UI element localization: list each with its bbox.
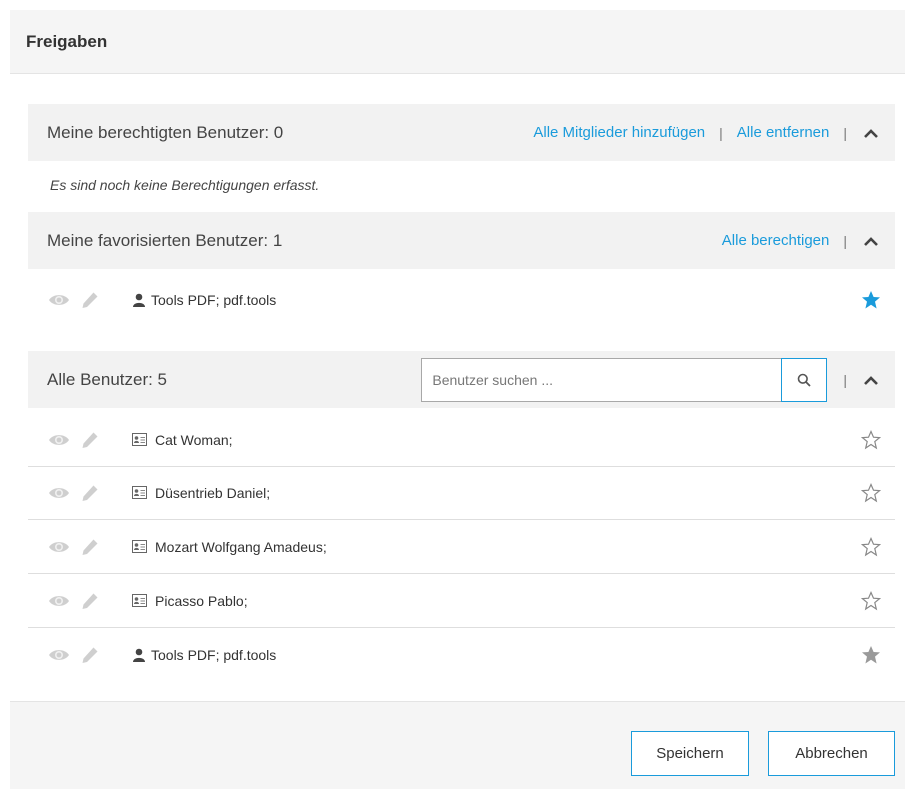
user-search-box bbox=[421, 357, 828, 402]
authorized-users-title: Meine berechtigten Benutzer: 0 bbox=[47, 122, 284, 142]
all-users-section-header: Alle Benutzer: 5 | bbox=[28, 351, 895, 408]
save-button[interactable]: Speichern bbox=[631, 731, 749, 776]
user-name: Tools PDF; pdf.tools bbox=[151, 291, 277, 308]
eye-icon[interactable] bbox=[48, 292, 70, 308]
separator: | bbox=[843, 232, 847, 249]
chevron-up-icon[interactable] bbox=[861, 231, 881, 251]
star-filled-icon[interactable] bbox=[861, 290, 881, 310]
pencil-icon[interactable] bbox=[80, 430, 100, 450]
no-permissions-message: Es sind noch keine Berechtigungen erfass… bbox=[50, 177, 320, 193]
user-row: Mozart Wolfgang Amadeus; bbox=[28, 521, 895, 574]
eye-icon[interactable] bbox=[48, 432, 70, 448]
cancel-button[interactable]: Abbrechen bbox=[768, 731, 895, 776]
user-row: Düsentrieb Daniel; bbox=[28, 467, 895, 520]
star-outline-icon[interactable] bbox=[861, 430, 881, 450]
user-row: Picasso Pablo; bbox=[28, 575, 895, 628]
separator: | bbox=[843, 371, 847, 388]
star-outline-icon[interactable] bbox=[861, 591, 881, 611]
pencil-icon[interactable] bbox=[80, 645, 100, 665]
dialog-title: Freigaben bbox=[26, 31, 108, 51]
eye-icon[interactable] bbox=[48, 593, 70, 609]
user-icon bbox=[133, 293, 145, 307]
user-name: Mozart Wolfgang Amadeus; bbox=[155, 539, 327, 555]
pencil-icon[interactable] bbox=[80, 290, 100, 310]
contact-card-icon bbox=[132, 594, 147, 607]
favorite-users-section-header: Meine favorisierten Benutzer: 1 Alle ber… bbox=[28, 212, 895, 269]
favorite-users-title: Meine favorisierten Benutzer: 1 bbox=[47, 230, 283, 250]
user-name: Picasso Pablo; bbox=[155, 593, 248, 609]
eye-icon[interactable] bbox=[48, 647, 70, 663]
chevron-up-icon[interactable] bbox=[861, 123, 881, 143]
contact-card-icon bbox=[132, 540, 147, 553]
pencil-icon[interactable] bbox=[80, 483, 100, 503]
search-button[interactable] bbox=[781, 357, 828, 402]
contact-card-icon bbox=[132, 433, 147, 446]
search-icon bbox=[798, 373, 811, 387]
contact-card-icon bbox=[132, 486, 147, 499]
separator: | bbox=[843, 124, 847, 141]
user-row: Cat Woman; bbox=[28, 414, 895, 467]
star-outline-icon[interactable] bbox=[861, 483, 881, 503]
eye-icon[interactable] bbox=[48, 539, 70, 555]
dialog-header: Freigaben bbox=[10, 10, 905, 74]
authorized-users-section-header: Meine berechtigten Benutzer: 0 Alle Mitg… bbox=[28, 104, 895, 161]
user-row: Tools PDF; pdf.tools bbox=[28, 628, 895, 681]
add-all-members-link[interactable]: Alle Mitglieder hinzufügen bbox=[533, 124, 705, 141]
user-name: Tools PDF; pdf.tools bbox=[151, 646, 277, 663]
chevron-up-icon[interactable] bbox=[861, 370, 881, 390]
pencil-icon[interactable] bbox=[80, 591, 100, 611]
user-search-input[interactable] bbox=[422, 358, 782, 401]
dialog-footer: Speichern Abbrechen bbox=[10, 701, 905, 789]
authorize-all-link[interactable]: Alle berechtigen bbox=[722, 232, 830, 249]
favorite-user-row: Tools PDF; pdf.tools bbox=[28, 273, 895, 326]
star-outline-icon[interactable] bbox=[861, 537, 881, 557]
user-name: Düsentrieb Daniel; bbox=[155, 485, 271, 501]
user-name: Cat Woman; bbox=[155, 432, 233, 448]
separator: | bbox=[719, 124, 723, 141]
user-icon bbox=[133, 648, 145, 662]
remove-all-link[interactable]: Alle entfernen bbox=[737, 124, 830, 141]
star-filled-icon[interactable] bbox=[861, 645, 881, 665]
all-users-title: Alle Benutzer: 5 bbox=[47, 369, 168, 389]
eye-icon[interactable] bbox=[48, 485, 70, 501]
pencil-icon[interactable] bbox=[80, 537, 100, 557]
